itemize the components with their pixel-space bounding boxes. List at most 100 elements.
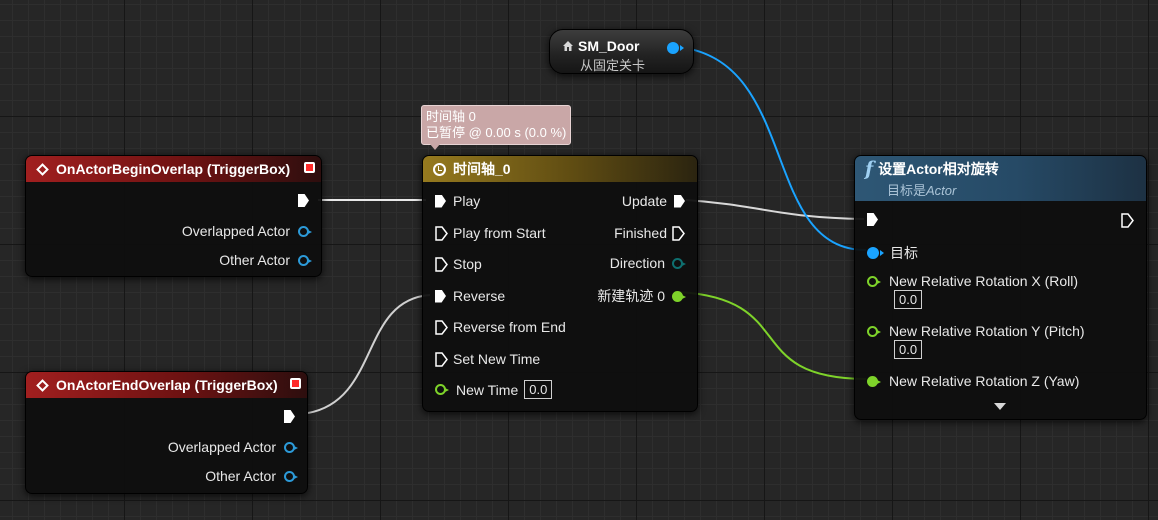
set-relative-rotation-node[interactable]: f 设置Actor相对旋转 目标是Actor 目标 New Relative R… [854, 155, 1147, 420]
pin-label: Overlapped Actor [167, 439, 276, 455]
exec-out-pin[interactable] [298, 194, 309, 207]
wire-end-to-reverse [307, 294, 431, 414]
direction-pin[interactable]: Direction [609, 255, 686, 271]
rotation-x-pin[interactable]: New Relative Rotation X (Roll) [867, 273, 1078, 289]
end-overlap-event-node[interactable]: OnActorEndOverlap (TriggerBox) Overlappe… [25, 371, 308, 494]
float-out-pin[interactable] [672, 290, 686, 302]
pin-label: New Relative Rotation Y (Pitch) [889, 323, 1085, 339]
finished-pin[interactable]: Finished [614, 225, 685, 241]
wire-update-to-exec [685, 199, 865, 220]
new-time-pin[interactable]: New Time 0.0 [435, 380, 553, 399]
rotation-x-input[interactable]: 0.0 [894, 290, 923, 309]
end-overlap-header: OnActorEndOverlap (TriggerBox) [26, 372, 307, 398]
exec-out-pin[interactable] [672, 225, 685, 241]
pin-label: Stop [453, 256, 482, 272]
end-overlapped-actor-pin[interactable]: Overlapped Actor [167, 439, 298, 455]
object-pin[interactable] [298, 225, 312, 237]
float-in-pin[interactable] [435, 384, 449, 395]
pin-label: Reverse from End [453, 319, 566, 335]
event-diamond-icon [36, 162, 49, 176]
stop-pin[interactable]: Stop [435, 256, 482, 272]
pin-label: Other Actor [219, 252, 290, 268]
play-from-start-pin[interactable]: Play from Start [435, 225, 546, 241]
exec-in-pin[interactable] [435, 289, 446, 303]
begin-overlap-header: OnActorBeginOverlap (TriggerBox) [26, 156, 321, 182]
begin-overlap-title: OnActorBeginOverlap (TriggerBox) [56, 161, 291, 177]
timeline-status-tooltip: 时间轴 0 已暂停 @ 0.00 s (0.0 %) [421, 105, 572, 150]
begin-overlap-event-node[interactable]: OnActorBeginOverlap (TriggerBox) Overlap… [25, 155, 322, 277]
close-pin-icon[interactable] [304, 162, 315, 173]
end-overlap-title: OnActorEndOverlap (TriggerBox) [56, 377, 278, 393]
clock-icon [433, 162, 446, 176]
target-pin[interactable]: 目标 [867, 243, 918, 263]
set-rotation-exec-in[interactable] [867, 213, 878, 226]
reverse-pin[interactable]: Reverse [435, 288, 505, 304]
float-in-pin[interactable] [867, 375, 881, 387]
sm-door-title: SM_Door [578, 38, 640, 54]
close-pin-icon[interactable] [290, 378, 301, 389]
begin-other-actor-pin[interactable]: Other Actor [219, 252, 312, 268]
pin-label: Update [621, 193, 667, 209]
pin-label: Other Actor [205, 468, 276, 484]
reverse-from-end-pin[interactable]: Reverse from End [435, 319, 566, 335]
exec-in-pin[interactable] [435, 319, 448, 335]
pin-label: New Relative Rotation Z (Yaw) [889, 373, 1080, 389]
set-rotation-header: f 设置Actor相对旋转 目标是Actor [855, 156, 1146, 201]
timeline-header: 时间轴_0 [423, 156, 697, 182]
expand-arrow-icon[interactable] [994, 403, 1006, 410]
function-icon: f [865, 157, 874, 180]
pin-label: Play [453, 193, 481, 209]
exec-in-pin[interactable] [435, 256, 448, 272]
exec-out-pin[interactable] [1121, 213, 1134, 228]
set-rotation-title: 设置Actor相对旋转 [878, 160, 999, 177]
float-in-pin[interactable] [867, 325, 881, 337]
play-pin[interactable]: Play [435, 193, 480, 209]
subtitle-target: Actor [926, 182, 957, 198]
sm-door-node[interactable]: SM_Door 从固定关卡 [549, 29, 694, 74]
set-rotation-exec-out[interactable] [1121, 213, 1134, 228]
set-new-time-pin[interactable]: Set New Time [435, 351, 540, 367]
tooltip-line-2: 已暂停 @ 0.00 s (0.0 %) [426, 125, 567, 140]
pin-label: Finished [614, 225, 667, 241]
object-pin[interactable] [284, 470, 298, 482]
object-in-pin[interactable] [867, 247, 884, 259]
set-rotation-subtitle: 目标是Actor [865, 180, 956, 199]
pin-label: New Relative Rotation X (Roll) [889, 273, 1079, 289]
end-overlap-exec-out[interactable] [284, 410, 295, 423]
timeline-title: 时间轴_0 [453, 161, 511, 177]
subtitle-prefix: 目标是 [887, 182, 927, 198]
update-pin[interactable]: Update [622, 193, 685, 209]
wire-track-to-yaw [679, 291, 867, 380]
object-pin[interactable] [298, 254, 312, 266]
timeline-node[interactable]: 时间轴_0 Play Play from Start Stop Reverse … [422, 155, 698, 412]
exec-out-pin[interactable] [674, 194, 685, 208]
pin-label: 目标 [890, 245, 918, 261]
rotation-y-pin[interactable]: New Relative Rotation Y (Pitch) [867, 323, 1085, 339]
house-icon [563, 41, 573, 51]
sm-door-output-pin[interactable] [667, 42, 684, 54]
end-other-actor-pin[interactable]: Other Actor [205, 468, 298, 484]
rotation-y-input[interactable]: 0.0 [894, 340, 923, 359]
pin-label: Play from Start [453, 225, 546, 241]
new-time-input[interactable]: 0.0 [524, 380, 553, 399]
pin-label: Set New Time [453, 351, 541, 367]
exec-in-pin[interactable] [867, 213, 878, 226]
pin-label: 新建轨迹 0 [597, 288, 665, 304]
exec-in-pin[interactable] [435, 225, 448, 241]
object-pin[interactable] [284, 441, 298, 453]
enum-out-pin[interactable] [672, 257, 686, 269]
pin-label: New Time [456, 381, 519, 398]
pin-label: Overlapped Actor [181, 223, 290, 239]
exec-out-pin[interactable] [284, 410, 295, 423]
rotation-z-pin[interactable]: New Relative Rotation Z (Yaw) [867, 373, 1079, 389]
event-diamond-icon [36, 378, 49, 392]
float-in-pin[interactable] [867, 275, 881, 287]
exec-in-pin[interactable] [435, 351, 448, 367]
pin-label: Direction [609, 255, 665, 271]
begin-overlapped-actor-pin[interactable]: Overlapped Actor [181, 223, 312, 239]
begin-overlap-exec-out[interactable] [298, 194, 309, 207]
exec-in-pin[interactable] [435, 194, 446, 208]
sm-door-subtitle: 从固定关卡 [580, 58, 646, 73]
new-track-pin[interactable]: 新建轨迹 0 [597, 286, 686, 306]
pin-label: Reverse [453, 288, 506, 304]
